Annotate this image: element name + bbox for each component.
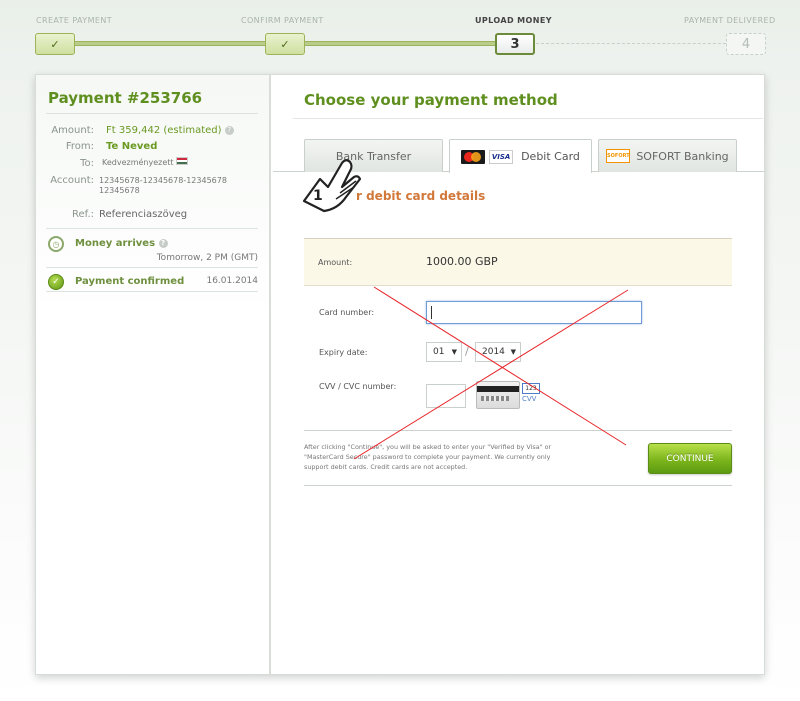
expiry-month-select[interactable]: 01 ▼ — [426, 342, 462, 362]
sofort-logo-icon: SOFORT — [606, 149, 631, 163]
form-amount-value: 1000.00 GBP — [426, 255, 498, 268]
tab-debit-card-label: Debit Card — [521, 150, 580, 163]
progress-track-1 — [74, 41, 266, 46]
expiry-year-value: 2014 — [482, 347, 505, 357]
step-payment-delivered-number: 4 — [726, 33, 766, 55]
content-title-divider — [293, 118, 763, 119]
payment-title: Payment #253766 — [48, 89, 203, 107]
sidebar-divider — [46, 291, 258, 292]
step-label-payment-delivered: PAYMENT DELIVERED — [684, 16, 776, 25]
pointing-hand-icon: 1 — [302, 159, 362, 213]
payment-panel: Payment #253766 Amount: Ft 359,442 (esti… — [35, 74, 765, 675]
ref-label: Ref.: — [72, 209, 94, 220]
payment-confirmed-date: 16.01.2014 — [206, 276, 258, 286]
form-divider — [304, 485, 732, 486]
payment-method-title: Choose your payment method — [304, 91, 558, 109]
card-number-input[interactable] — [426, 301, 642, 324]
form-divider — [304, 430, 732, 431]
mastercard-logo-icon — [461, 149, 486, 164]
from-value: Te Neved — [106, 141, 158, 152]
visa-logo-icon: VISA — [489, 149, 514, 164]
continue-button[interactable]: CONTINUE — [648, 443, 732, 474]
cvv-label: CVV / CVC number: — [319, 382, 397, 391]
expiry-separator: / — [465, 345, 469, 358]
progress-track-2 — [304, 41, 496, 46]
tab-sofort-banking-label: SOFORT Banking — [636, 149, 729, 163]
account-label: Account: — [50, 175, 94, 186]
cvv-caption: CVV — [522, 395, 537, 403]
sidebar-divider — [46, 113, 258, 114]
progress-track-3 — [536, 43, 726, 44]
step-upload-money-number: 3 — [495, 33, 535, 55]
step-create-payment-check-icon: ✓ — [35, 33, 75, 55]
hungary-flag-icon — [176, 157, 189, 165]
sidebar-divider — [46, 267, 258, 268]
to-value-row: Kedvezményezett — [102, 157, 189, 167]
step-confirm-payment-check-icon: ✓ — [265, 33, 305, 55]
amount-label: Amount: — [51, 125, 94, 136]
amount-value: Ft 359,442 (estimated) — [106, 125, 222, 136]
expiry-month-value: 01 — [433, 347, 445, 357]
expiry-year-select[interactable]: 2014 ▼ — [475, 342, 521, 362]
to-label: To: — [80, 158, 94, 169]
verification-note: After clicking "Continue", you will be a… — [304, 443, 552, 471]
money-arrives-label: Money arrives — [75, 238, 156, 249]
amount-value-row: Ft 359,442 (estimated) ? — [106, 125, 234, 136]
money-arrives-value: Tomorrow, 2 PM (GMT) — [156, 253, 258, 263]
from-label: From: — [65, 141, 94, 152]
amount-help-icon[interactable]: ? — [224, 126, 234, 135]
money-arrives-row: Money arrives ? — [75, 238, 168, 249]
form-amount-label: Amount: — [318, 258, 353, 267]
progress-steps: CREATE PAYMENT CONFIRM PAYMENT UPLOAD MO… — [0, 0, 800, 70]
confirmed-check-icon: ✓ — [48, 274, 64, 290]
expiry-year-dropdown-icon: ▼ — [510, 348, 516, 356]
step-label-create-payment: CREATE PAYMENT — [36, 16, 113, 25]
to-value: Kedvezményezett — [102, 158, 174, 167]
money-arrives-help-icon[interactable]: ? — [158, 239, 168, 248]
ref-value: Referenciaszöveg — [99, 209, 188, 220]
cvv-input[interactable] — [426, 384, 466, 408]
clock-icon: ◷ — [48, 236, 64, 252]
amount-box: Amount: 1000.00 GBP — [304, 238, 732, 286]
payment-summary-sidebar: Payment #253766 Amount: Ft 359,442 (esti… — [36, 75, 271, 674]
tab-sofort-banking[interactable]: SOFORT SOFORT Banking — [598, 139, 737, 172]
card-number-label: Card number: — [319, 308, 375, 317]
account-value: 12345678-12345678-12345678 12345678 — [99, 176, 227, 195]
sidebar-divider — [46, 228, 258, 229]
expiry-month-dropdown-icon: ▼ — [451, 348, 457, 356]
expiry-date-label: Expiry date: — [319, 348, 368, 357]
cvv-sample-number: 123 — [522, 383, 540, 394]
card-details-heading: r debit card details — [356, 189, 486, 203]
annotation-number: 1 — [313, 188, 323, 204]
step-label-upload-money: UPLOAD MONEY — [475, 16, 552, 25]
cvv-card-illustration-icon — [476, 381, 520, 409]
step-label-confirm-payment: CONFIRM PAYMENT — [241, 16, 324, 25]
tab-debit-card[interactable]: VISA Debit Card — [449, 139, 592, 173]
